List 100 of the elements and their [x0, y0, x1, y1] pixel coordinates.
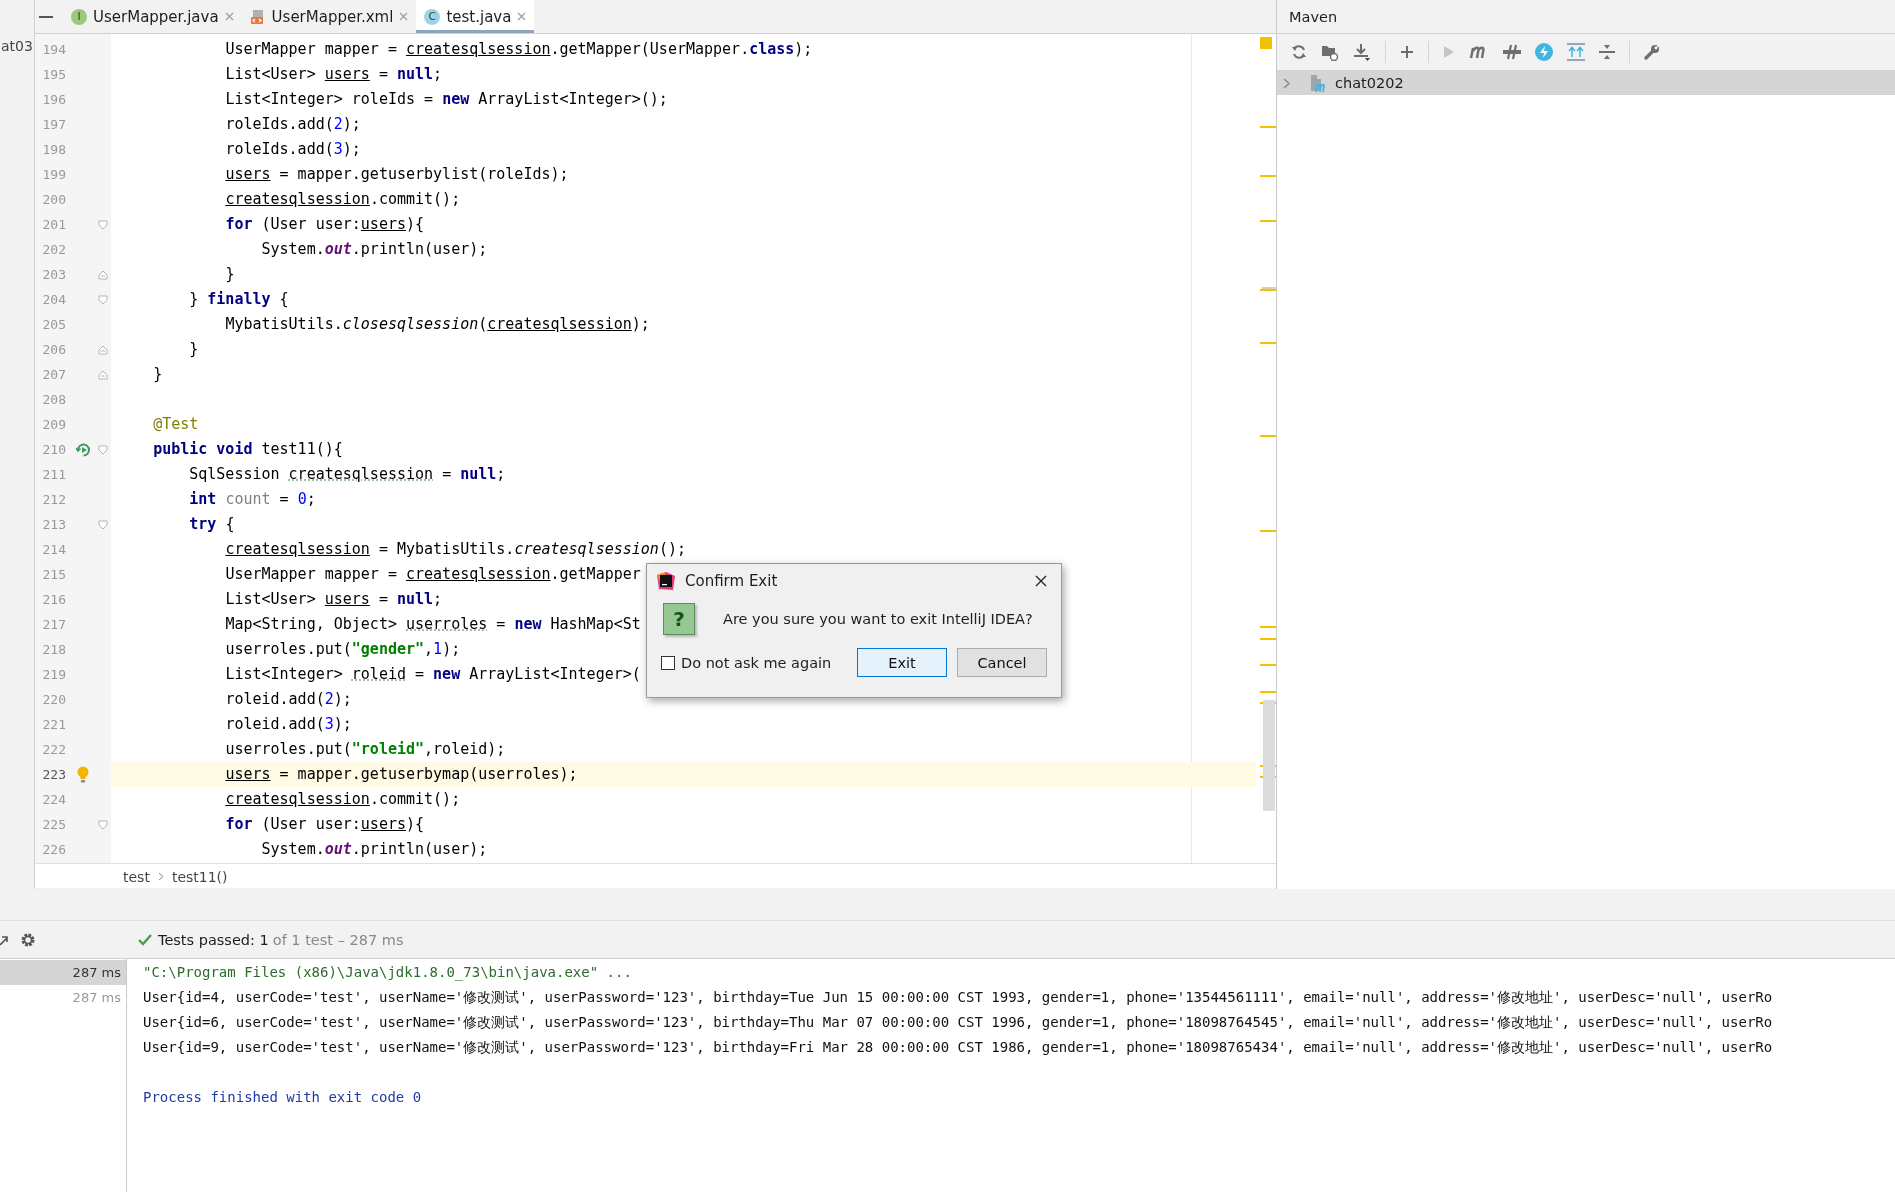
code-line: UserMapper mapper = createsqlsession.getMapper(UserMapper.class); — [224, 39, 813, 60]
console-line: User{id=6, userCode='test', userName='修改测试', userPassword='123', birthday=Thu Mar 07 00:00:00 CST 1996, gender=1, phone='18098764545', email='null', address='修改地址', userDesc='null', userRo — [143, 1013, 1774, 1032]
app-logo-icon — [657, 572, 675, 590]
console-line: Process finished with exit code 0 — [143, 1088, 423, 1107]
test-summary: of 1 test – 287 ms — [272, 931, 404, 948]
code-line: UserMapper mapper = createsqlsession.getMapper — [224, 564, 641, 585]
checkbox[interactable] — [661, 655, 675, 670]
code-line: createsqlsession.commit(); — [224, 189, 461, 210]
file-type-icon: I — [71, 8, 87, 25]
line-number: 222 — [41, 741, 67, 759]
line-number: 207 — [41, 366, 67, 384]
fold-marker-icon[interactable] — [98, 369, 108, 380]
fold-marker-icon[interactable] — [98, 219, 108, 230]
code-line: MybatisUtils.closesqlsession(createsqlsession); — [224, 314, 650, 335]
code-line: public void test11(){ — [152, 439, 343, 460]
editor-tab[interactable]: UserMapper.xml — [241, 0, 417, 33]
line-number: 213 — [41, 516, 67, 534]
console-line: "C:\Program Files (x86)\Java\jdk1.8.0_73\bin\java.exe" ... — [143, 963, 633, 983]
line-number: 194 — [41, 41, 67, 59]
tree-item[interactable]: chat0202 — [1277, 71, 1895, 95]
test-status: Tests passed: 1 — [158, 931, 269, 948]
expand-all-icon[interactable] — [1567, 43, 1585, 61]
console-line: User{id=4, userCode='test', userName='修改测试', userPassword='123', birthday=Tue Jun 15 00:00:00 CST 1993, gender=1, phone='13544561111', email='null', address='修改地址', userDesc='null', userRo — [143, 988, 1774, 1007]
add-icon[interactable] — [1400, 45, 1414, 59]
line-number: 223 — [41, 766, 67, 784]
exit-button[interactable]: Exit — [857, 648, 947, 677]
breadcrumb-item[interactable]: test — [123, 868, 150, 885]
checkmark-icon — [138, 933, 152, 946]
breadcrumb-item[interactable]: test11() — [171, 868, 228, 885]
code-line: } — [224, 264, 235, 285]
fold-marker-icon[interactable] — [98, 294, 108, 305]
line-number: 201 — [41, 216, 67, 234]
console-line: User{id=9, userCode='test', userName='修改测试', userPassword='123', birthday=Fri Mar 28 00:00:00 CST 1986, gender=1, phone='18098765434', email='null', address='修改地址', userDesc='null', userRo — [143, 1038, 1774, 1057]
line-number: 211 — [41, 466, 67, 484]
fold-marker-icon[interactable] — [98, 519, 108, 530]
folder-refresh-icon[interactable] — [1321, 43, 1339, 61]
code-line: try { — [188, 514, 235, 535]
code-line: @Test — [152, 414, 199, 435]
code-line: roleid.add(2); — [224, 689, 352, 710]
line-number: 206 — [41, 341, 67, 359]
code-line: roleIds.add(3); — [224, 139, 361, 160]
chevron-icon — [1283, 77, 1290, 89]
code-line: int count = 0; — [188, 489, 316, 510]
dialog-message: Are you sure you want to exit IntelliJ IDEA? — [723, 611, 1033, 627]
lightning-icon[interactable] — [1535, 43, 1553, 61]
code-line: System.out.println(user); — [260, 239, 488, 260]
xml-file-icon — [249, 8, 266, 25]
file-type-icon: C — [424, 8, 441, 25]
code-line: List<Integer> roleid = new ArrayList<Integer>( — [224, 664, 641, 685]
skip-tests-icon[interactable] — [1503, 44, 1521, 60]
test-duration[interactable]: 287 ms — [0, 960, 126, 985]
project-name: at03 — [0, 37, 34, 54]
download-icon[interactable] — [1353, 43, 1371, 61]
line-number: 200 — [41, 191, 67, 209]
code-line: Map<String, Object> userroles = new HashMap<St — [224, 614, 641, 635]
line-number: 205 — [41, 316, 67, 334]
fold-marker-icon[interactable] — [98, 444, 108, 455]
chevron-icon — [157, 872, 164, 881]
wrench-icon[interactable] — [1644, 44, 1660, 60]
refresh-icon[interactable] — [1291, 44, 1307, 60]
line-number: 199 — [41, 166, 67, 184]
editor-tab[interactable]: C test.java — [416, 0, 535, 33]
code-line: createsqlsession.commit(); — [224, 789, 461, 810]
line-number: 215 — [41, 566, 67, 584]
code-line: List<User> users = null; — [224, 64, 443, 85]
line-number: 217 — [41, 616, 67, 634]
settings-icon[interactable] — [20, 931, 36, 948]
line-number: 225 — [41, 816, 67, 834]
lightbulb-icon[interactable] — [77, 766, 89, 783]
close-icon[interactable] — [1035, 575, 1047, 587]
line-number: 196 — [41, 91, 67, 109]
code-line: roleIds.add(2); — [224, 114, 361, 135]
code-line: List<User> users = null; — [224, 589, 443, 610]
code-line: for (User user:users){ — [224, 814, 425, 835]
run-test-icon[interactable] — [75, 442, 91, 457]
line-number: 218 — [41, 641, 67, 659]
line-number: 209 — [41, 416, 67, 434]
line-number: 202 — [41, 241, 67, 259]
cancel-button[interactable]: Cancel — [957, 648, 1047, 677]
fold-marker-icon[interactable] — [98, 269, 108, 280]
code-line: } finally { — [188, 289, 289, 310]
fold-marker-icon[interactable] — [98, 344, 108, 355]
code-line: System.out.println(user); — [260, 839, 488, 860]
line-number: 204 — [41, 291, 67, 309]
code-line: userroles.put("gender",1); — [224, 639, 461, 660]
line-number: 224 — [41, 791, 67, 809]
line-number: 203 — [41, 266, 67, 284]
maven-project-icon — [1310, 73, 1327, 93]
line-number: 216 — [41, 591, 67, 609]
code-line: } — [188, 339, 199, 360]
editor-tab[interactable]: I UserMapper.java — [63, 0, 242, 33]
collapse-all-icon[interactable] — [1599, 44, 1615, 60]
code-line: roleid.add(3); — [224, 714, 352, 735]
fold-marker-icon[interactable] — [98, 819, 108, 830]
checkbox-label[interactable]: Do not ask me again — [681, 654, 832, 671]
code-line: users = mapper.getuserbylist(roleIds); — [224, 164, 569, 185]
code-line: for (User user:users){ — [224, 214, 425, 235]
line-number: 221 — [41, 716, 67, 734]
question-icon: ? — [663, 603, 695, 635]
line-number: 197 — [41, 116, 67, 134]
